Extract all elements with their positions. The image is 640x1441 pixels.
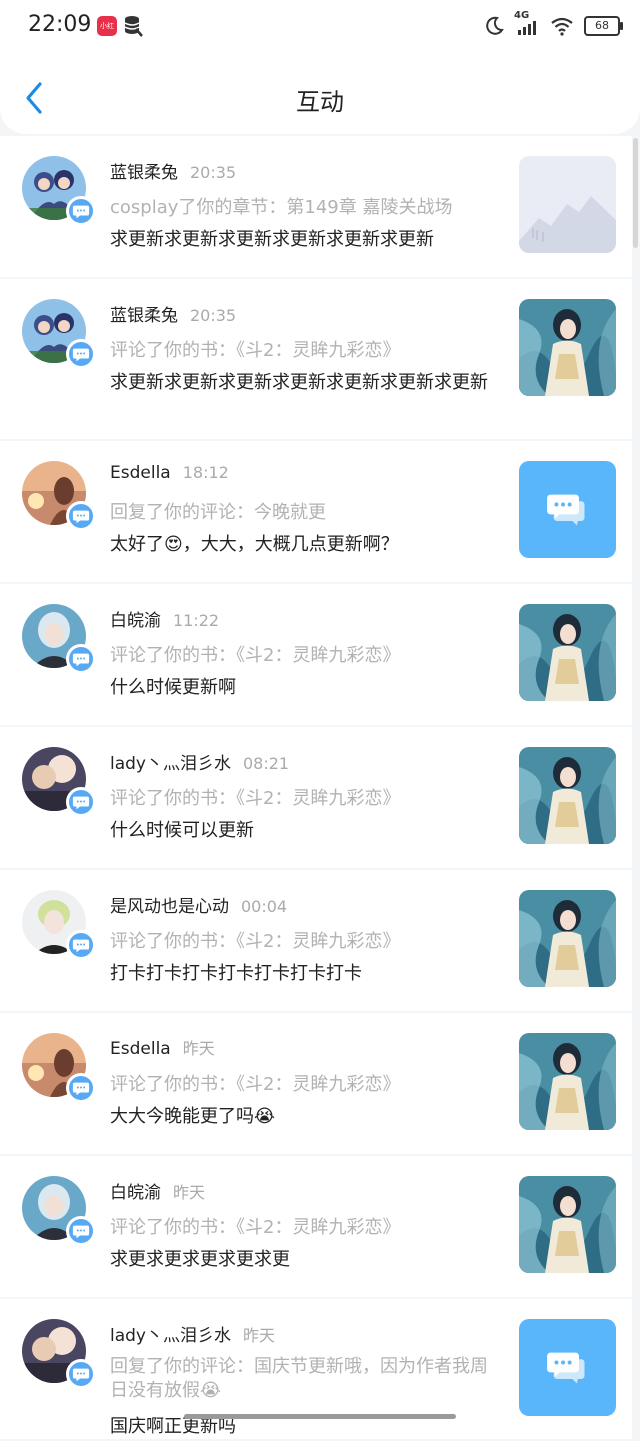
action-text: cosplay了你的章节：第149章 嘉陵关战场 (110, 197, 453, 218)
action-text: 评论了你的书：《斗2：灵眸九彩恋》 (110, 1217, 401, 1238)
action-text: 评论了你的书：《斗2：灵眸九彩恋》 (110, 788, 401, 809)
chat-bubble-icon (546, 1346, 590, 1390)
action-text: 评论了你的书：《斗2：灵眸九彩恋》 (110, 931, 401, 952)
timestamp: 20:35 (190, 306, 237, 325)
comment-text: 打卡打卡打卡打卡打卡打卡打卡 (110, 963, 362, 984)
app-notification-icon: 小红书 (97, 16, 117, 50)
comment-badge-icon (66, 1073, 96, 1103)
timestamp: 20:35 (190, 163, 237, 182)
user-name[interactable]: 白皖渝 (110, 1183, 161, 1203)
book-cover-thumbnail[interactable] (519, 299, 616, 396)
scrollbar[interactable] (633, 138, 638, 248)
timestamp: 18:12 (182, 463, 229, 482)
home-indicator[interactable] (184, 1414, 456, 1419)
timestamp: 08:21 (243, 754, 290, 773)
avatar[interactable] (22, 156, 96, 226)
user-name[interactable]: Esdella (110, 463, 171, 483)
action-text: 评论了你的书：《斗2：灵眸九彩恋》 (110, 1074, 401, 1095)
user-name[interactable]: 蓝银柔兔 (110, 306, 178, 326)
action-text: 回复了你的评论：国庆节更新哦，因为作者我周日没有放假😭 (110, 1356, 488, 1401)
database-icon (123, 15, 143, 37)
comment-text: 什么时候可以更新 (110, 820, 254, 841)
user-name[interactable]: 蓝银柔兔 (110, 163, 178, 183)
comment-badge-icon (66, 930, 96, 960)
timestamp: 11:22 (173, 611, 220, 630)
status-time: 22:09 (28, 12, 92, 37)
image-placeholder-thumbnail[interactable] (519, 156, 616, 253)
book-cover-thumbnail[interactable] (519, 890, 616, 987)
wifi-icon (550, 16, 574, 36)
list-item[interactable]: 白皖渝 11:22 评论了你的书：《斗2：灵眸九彩恋》 什么时候更新啊 (0, 584, 632, 725)
chat-bubble-icon (546, 488, 590, 532)
page-header: 互动 (0, 52, 640, 134)
avatar[interactable] (22, 461, 96, 531)
action-text: 回复了你的评论：今晚就更 (110, 502, 326, 523)
notification-list: 蓝银柔兔 20:35 cosplay了你的章节：第149章 嘉陵关战场 求更新求更… (0, 136, 632, 1441)
comment-text: 大大今晚能更了吗😭 (110, 1106, 276, 1127)
avatar[interactable] (22, 1319, 96, 1389)
comment-text: 求更新求更新求更新求更新求更新求更新求更新 (110, 372, 488, 393)
list-item[interactable]: lady丶灬泪彡水 08:21 评论了你的书：《斗2：灵眸九彩恋》 什么时候可以更… (0, 727, 632, 868)
user-name[interactable]: lady丶灬泪彡水 (110, 1326, 231, 1346)
avatar[interactable] (22, 1176, 96, 1246)
avatar[interactable] (22, 747, 96, 817)
action-text: 评论了你的书：《斗2：灵眸九彩恋》 (110, 340, 401, 361)
cellular-signal-icon: 4G (514, 10, 540, 36)
comment-badge-icon (66, 1216, 96, 1246)
book-cover-thumbnail[interactable] (519, 1033, 616, 1130)
comment-badge-icon (66, 196, 96, 226)
chat-bubble-thumbnail[interactable] (519, 461, 616, 558)
moon-icon (484, 16, 504, 36)
comment-badge-icon (66, 339, 96, 369)
book-cover-thumbnail[interactable] (519, 1176, 616, 1273)
battery-icon: 68 (584, 16, 623, 36)
comment-text: 求更求更求更求更求更 (110, 1249, 290, 1270)
comment-text: 太好了😍，大大，大概几点更新啊？ (110, 534, 399, 555)
timestamp: 昨天 (243, 1326, 276, 1345)
avatar[interactable] (22, 604, 96, 674)
comment-badge-icon (66, 787, 96, 817)
comment-text: 什么时候更新啊 (110, 677, 236, 698)
list-item[interactable]: Esdella 昨天 评论了你的书：《斗2：灵眸九彩恋》 大大今晚能更了吗😭 (0, 1013, 632, 1154)
book-cover-thumbnail[interactable] (519, 604, 616, 701)
chat-bubble-thumbnail[interactable] (519, 1319, 616, 1416)
avatar[interactable] (22, 299, 96, 369)
avatar[interactable] (22, 890, 96, 960)
page-title: 互动 (296, 88, 344, 116)
comment-badge-icon (66, 1359, 96, 1389)
list-item[interactable]: Esdella 18:12 回复了你的评论：今晚就更 太好了😍，大大，大概几点更新… (0, 441, 632, 582)
list-item[interactable]: 蓝银柔兔 20:35 评论了你的书：《斗2：灵眸九彩恋》 求更新求更新求更新求更新… (0, 279, 632, 439)
comment-text: 求更新求更新求更新求更新求更新求更新 (110, 229, 434, 250)
list-item[interactable]: 白皖渝 昨天 评论了你的书：《斗2：灵眸九彩恋》 求更求更求更求更求更 (0, 1156, 632, 1297)
user-name[interactable]: 是风动也是心动 (110, 897, 229, 917)
avatar[interactable] (22, 1033, 96, 1103)
timestamp: 昨天 (182, 1039, 215, 1058)
user-name[interactable]: Esdella (110, 1039, 171, 1059)
book-cover-thumbnail[interactable] (519, 747, 616, 844)
comment-badge-icon (66, 644, 96, 674)
timestamp: 00:04 (241, 897, 288, 916)
network-type: 4G (514, 10, 530, 21)
user-name[interactable]: 白皖渝 (110, 611, 161, 631)
action-text: 评论了你的书：《斗2：灵眸九彩恋》 (110, 645, 401, 666)
timestamp: 昨天 (173, 1183, 206, 1202)
list-item[interactable]: 蓝银柔兔 20:35 cosplay了你的章节：第149章 嘉陵关战场 求更新求更… (0, 136, 632, 277)
list-item[interactable]: 是风动也是心动 00:04 评论了你的书：《斗2：灵眸九彩恋》 打卡打卡打卡打卡打… (0, 870, 632, 1011)
comment-badge-icon (66, 501, 96, 531)
status-bar: 22:09 小红书 4G 68 (0, 0, 640, 52)
user-name[interactable]: lady丶灬泪彡水 (110, 754, 231, 774)
